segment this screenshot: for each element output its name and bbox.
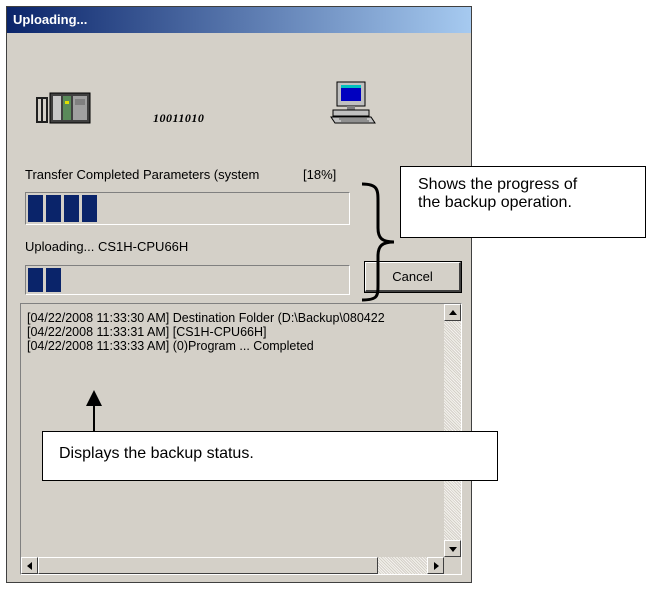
arrow-annotation bbox=[86, 390, 102, 434]
progress-block bbox=[82, 195, 97, 222]
overall-progress-label: Transfer Completed Parameters (system bbox=[25, 167, 260, 182]
overall-progress-bar bbox=[25, 192, 350, 225]
brace-annotation bbox=[361, 182, 395, 302]
computer-icon bbox=[329, 81, 377, 125]
progress-block bbox=[46, 268, 61, 292]
arrow-up-icon bbox=[449, 310, 457, 315]
overall-progress-percent: [18%] bbox=[303, 167, 337, 182]
scroll-right-button[interactable] bbox=[427, 557, 444, 574]
status-callout: Displays the backup status. bbox=[42, 431, 498, 481]
progress-callout-line2: the backup operation. bbox=[418, 194, 572, 211]
arrow-right-icon bbox=[434, 562, 439, 570]
scroll-up-button[interactable] bbox=[444, 304, 461, 321]
progress-callout: Shows the progress of the backup operati… bbox=[400, 166, 646, 238]
arrow-left-icon bbox=[27, 562, 32, 570]
plc-icon bbox=[35, 91, 93, 125]
scrollbar-corner bbox=[444, 557, 461, 574]
data-transfer-bits: 10011010 bbox=[153, 111, 205, 125]
log-line: [04/22/2008 11:33:30 AM] Destination Fol… bbox=[27, 311, 385, 325]
horizontal-scroll-thumb[interactable] bbox=[38, 557, 378, 574]
progress-block bbox=[46, 195, 61, 222]
arrow-down-icon bbox=[449, 547, 457, 552]
title-bar[interactable]: Uploading... bbox=[7, 7, 471, 33]
status-callout-text: Displays the backup status. bbox=[59, 445, 254, 462]
horizontal-scrollbar[interactable] bbox=[21, 557, 444, 574]
progress-callout-line1: Shows the progress of bbox=[418, 176, 578, 193]
progress-block bbox=[28, 268, 43, 292]
log-line: [04/22/2008 11:33:33 AM] (0)Program ... … bbox=[27, 339, 314, 353]
window-title: Uploading... bbox=[13, 12, 88, 27]
log-lines: [04/22/2008 11:33:30 AM] Destination Fol… bbox=[27, 311, 431, 353]
current-progress-bar bbox=[25, 265, 350, 295]
scroll-down-button[interactable] bbox=[444, 540, 461, 557]
progress-block bbox=[28, 195, 43, 222]
log-line: [04/22/2008 11:33:31 AM] [CS1H-CPU66H] bbox=[27, 325, 267, 339]
progress-block bbox=[64, 195, 79, 222]
scroll-left-button[interactable] bbox=[21, 557, 38, 574]
current-item-label: Uploading... CS1H-CPU66H bbox=[25, 239, 189, 254]
